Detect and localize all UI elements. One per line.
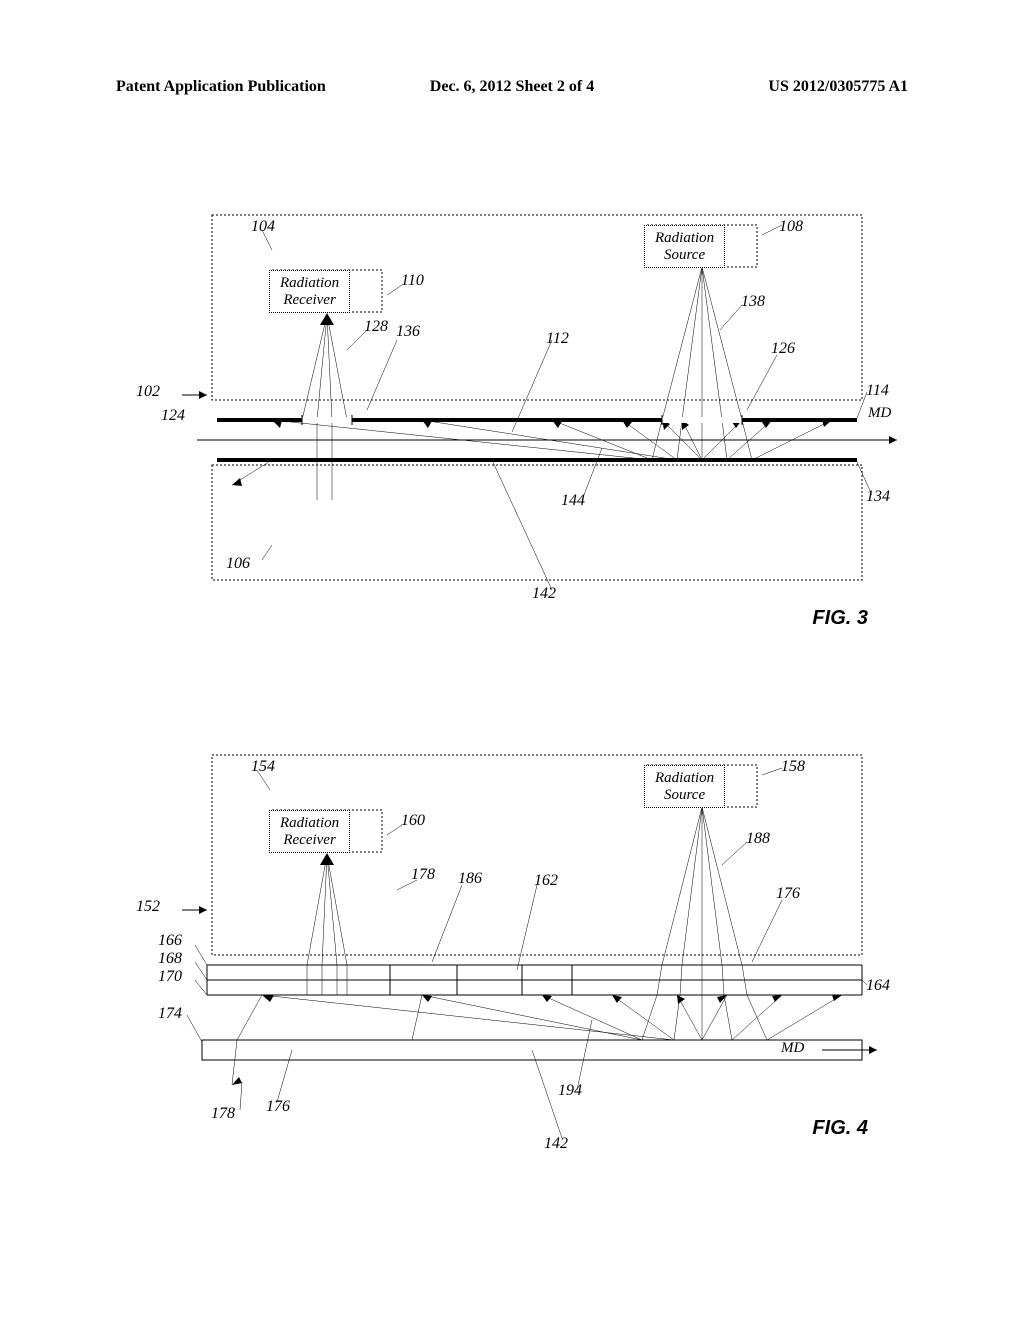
figure-4-diagram [116, 740, 908, 1160]
md-label: MD [868, 405, 891, 422]
ref-108: 108 [779, 218, 803, 236]
ref-126: 126 [771, 340, 795, 358]
ref-134: 134 [866, 488, 890, 506]
ref-154: 154 [251, 758, 275, 776]
ref-102: 102 [136, 383, 160, 401]
ref-174: 174 [158, 1005, 182, 1023]
ref-110: 110 [401, 272, 424, 290]
radiation-receiver-box: Radiation Receiver [269, 810, 350, 853]
ref-124: 124 [161, 407, 185, 425]
ref-112: 112 [546, 330, 569, 348]
header-date-sheet: Dec. 6, 2012 Sheet 2 of 4 [380, 78, 644, 96]
ref-138: 138 [741, 293, 765, 311]
ref-170: 170 [158, 968, 182, 986]
ref-168: 168 [158, 950, 182, 968]
ref-176b: 176 [266, 1098, 290, 1116]
ref-144: 144 [561, 492, 585, 510]
ref-142: 142 [532, 585, 556, 603]
header-publication-type: Patent Application Publication [116, 78, 380, 96]
figure-3-label: FIG. 3 [812, 607, 868, 630]
page-header: Patent Application Publication Dec. 6, 2… [116, 78, 908, 96]
md-label: MD [781, 1040, 804, 1057]
ref-106: 106 [226, 555, 250, 573]
ref-194: 194 [558, 1082, 582, 1100]
ref-188: 188 [746, 830, 770, 848]
ref-178a: 178 [411, 866, 435, 884]
ref-186: 186 [458, 870, 482, 888]
figure-4-label: FIG. 4 [812, 1117, 868, 1140]
ref-162: 162 [534, 872, 558, 890]
radiation-receiver-box: Radiation Receiver [269, 270, 350, 313]
ref-104: 104 [251, 218, 275, 236]
ref-176a: 176 [776, 885, 800, 903]
ref-152: 152 [136, 898, 160, 916]
ref-164: 164 [866, 977, 890, 995]
ref-158: 158 [781, 758, 805, 776]
radiation-source-box: Radiation Source [644, 225, 725, 268]
ref-178b: 178 [211, 1105, 235, 1123]
ref-142: 142 [544, 1135, 568, 1153]
radiation-source-box: Radiation Source [644, 765, 725, 808]
ref-166: 166 [158, 932, 182, 950]
ref-114: 114 [866, 382, 889, 400]
header-patent-number: US 2012/0305775 A1 [644, 78, 908, 96]
figure-4: Radiation Source Radiation Receiver 152 … [116, 740, 908, 1160]
figure-3: Radiation Source Radiation Receiver 102 … [116, 200, 908, 620]
ref-160: 160 [401, 812, 425, 830]
ref-136: 136 [396, 323, 420, 341]
ref-128: 128 [364, 318, 388, 336]
